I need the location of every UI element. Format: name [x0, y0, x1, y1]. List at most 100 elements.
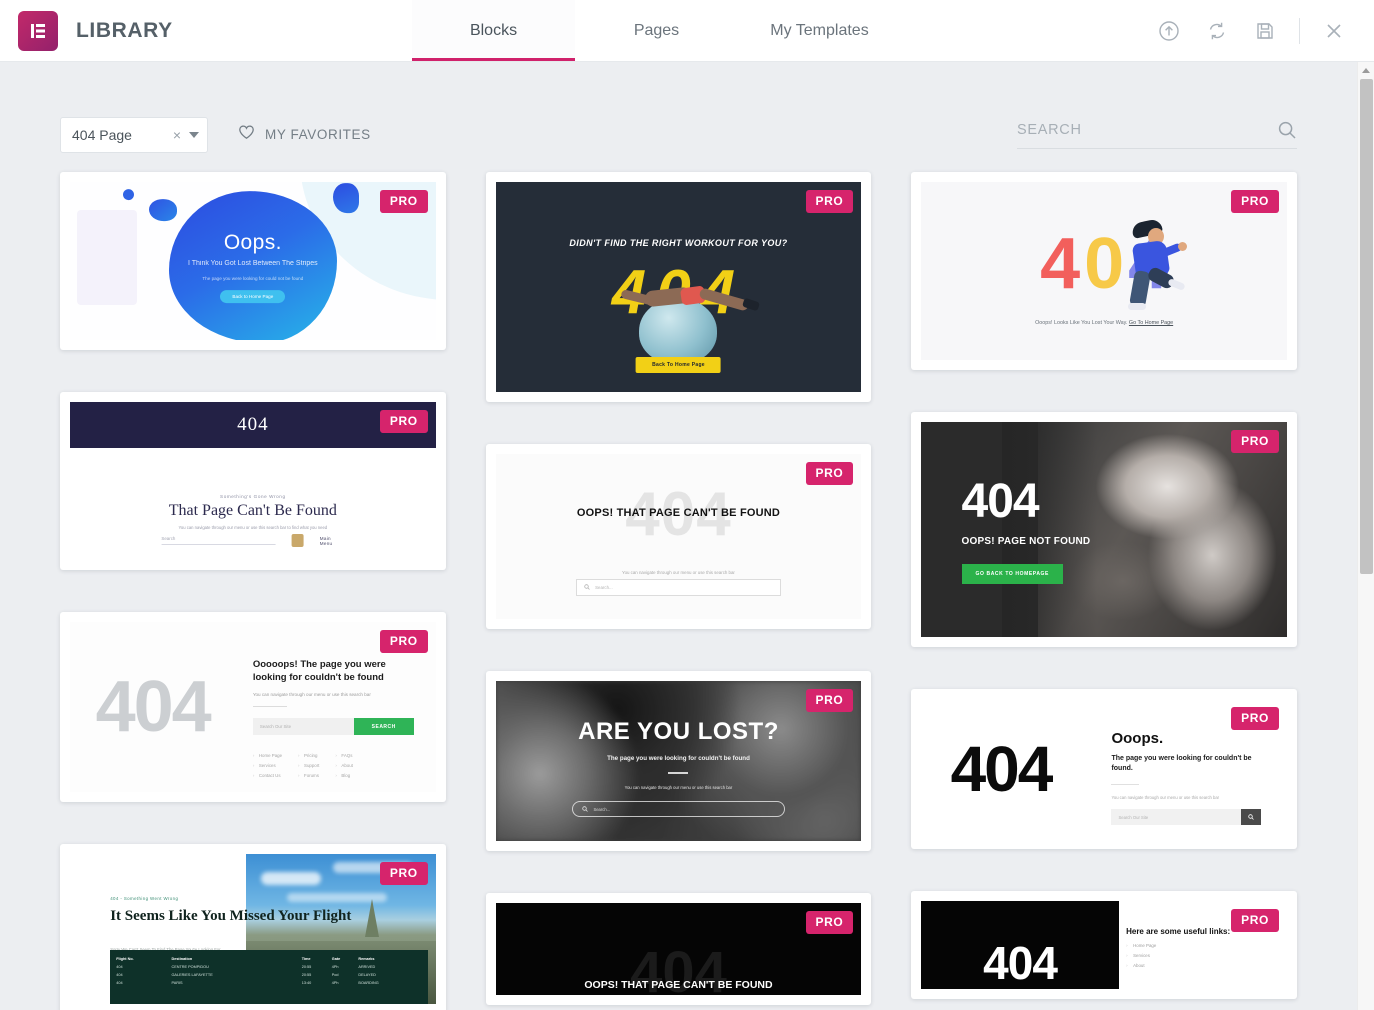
- thumb-button: GO BACK TO HOMEPAGE: [961, 563, 1063, 584]
- library-body: 404 Page × MY FAVORITES SEARCH PRO Oops.…: [0, 62, 1374, 1010]
- thumb-kicker: 404 - Something Went Wrong: [110, 896, 179, 901]
- thumb-title: It Seems Like You Missed Your Flight: [110, 907, 352, 924]
- tab-my-templates-label: My Templates: [770, 21, 869, 39]
- tab-my-templates[interactable]: My Templates: [738, 0, 901, 61]
- table-cell: Pod: [331, 973, 339, 977]
- athlete-figure: [603, 281, 760, 325]
- template-card[interactable]: PRO 404 OOPS! THAT PAGE CAN'T BE FOUND Y…: [485, 444, 872, 629]
- header-tools: [1147, 0, 1374, 61]
- pro-badge: PRO: [379, 630, 428, 653]
- decor-blob: [122, 189, 134, 201]
- chevron-up-icon: [1362, 68, 1370, 73]
- search-icon[interactable]: [1277, 120, 1297, 140]
- divider: [252, 706, 287, 708]
- column-header: Destination: [171, 957, 193, 961]
- thumb-search-placeholder: Search...: [593, 806, 611, 812]
- template-card[interactable]: PRO 404 - Something Went Wrong It Seems …: [60, 844, 446, 1010]
- thumb-body: The page you were looking for could not …: [202, 275, 304, 281]
- table-cell: 4Ph: [331, 981, 339, 985]
- runner-illustration: [1126, 218, 1188, 313]
- thumb-title: DIDN'T FIND THE RIGHT WORKOUT FOR YOU?: [569, 237, 788, 248]
- pro-badge: PRO: [805, 911, 854, 934]
- thumb-left-panel: 404: [921, 901, 1119, 989]
- column-header: Remarks: [358, 957, 375, 961]
- template-card[interactable]: PRO ARE YOU LOST? The page you were look…: [485, 671, 872, 851]
- sync-library-icon[interactable]: [1195, 9, 1239, 53]
- library-header: LIBRARY Blocks Pages My Templates: [0, 0, 1374, 62]
- template-card[interactable]: PRO Oops. I Think You Got Lost Between T…: [60, 172, 446, 350]
- thumb-caption-text: Ooops! Looks Like You Lost Your Way.: [1035, 320, 1128, 327]
- my-favorites-label: MY FAVORITES: [265, 127, 371, 142]
- category-filter-value: 404 Page: [72, 126, 132, 143]
- thumb-number: 404: [95, 667, 212, 747]
- thumb-content: Ooooops! The page you were looking for c…: [252, 659, 414, 783]
- pro-badge: PRO: [805, 190, 854, 213]
- thumb-title: That Page Can't Be Found: [168, 501, 337, 519]
- thumb-number: 4 0 4: [921, 228, 1287, 300]
- scroll-up-button[interactable]: [1358, 62, 1374, 79]
- thumb-link-column: Home Page Services Contact Us: [253, 753, 282, 783]
- column-header: Gate: [331, 957, 341, 961]
- thumb-search-input: Search: [161, 536, 276, 546]
- heart-icon: [238, 124, 255, 145]
- template-card[interactable]: PRO 404 OOPS! THAT PAGE CAN'T BE FOUND: [485, 893, 872, 1005]
- thumb-body: You can navigate through our menu or use…: [622, 569, 735, 575]
- vertical-scrollbar[interactable]: [1357, 62, 1374, 1010]
- template-card[interactable]: PRO 404 OOPS! PAGE NOT FOUND GO BACK TO …: [911, 412, 1297, 647]
- thumb-link-column: Pricing Support Forums: [298, 753, 319, 783]
- thumb-body: You can navigate through our menu or use…: [178, 524, 328, 530]
- scrollbar-track[interactable]: [1358, 79, 1374, 1010]
- my-favorites-button[interactable]: MY FAVORITES: [238, 124, 371, 145]
- pro-badge: PRO: [805, 689, 854, 712]
- template-card[interactable]: PRO DIDN'T FIND THE RIGHT WORKOUT FOR YO…: [485, 172, 872, 402]
- thumb-overlay: [1001, 422, 1097, 637]
- pro-badge: PRO: [379, 410, 428, 433]
- figure-part: [1128, 303, 1147, 311]
- table-cell: 404: [116, 965, 123, 969]
- list-item: FAQs: [335, 753, 352, 758]
- close-icon[interactable]: [1312, 9, 1356, 53]
- tab-blocks[interactable]: Blocks: [412, 0, 575, 61]
- import-template-icon[interactable]: [1147, 9, 1191, 53]
- template-card[interactable]: PRO 404 Here are some useful links: Home…: [911, 891, 1297, 999]
- template-grid: PRO Oops. I Think You Got Lost Between T…: [0, 172, 1357, 1010]
- table-cell: 13:40: [301, 981, 312, 985]
- template-card[interactable]: PRO 4 0 4: [911, 172, 1297, 370]
- thumb-subtitle: The page you were looking for couldn't b…: [607, 754, 750, 762]
- digit-4-red: 4: [1040, 224, 1081, 305]
- thumb-link-column: FAQs About Blog: [335, 753, 352, 783]
- thumb-title: Ooooops! The page you were looking for c…: [252, 659, 386, 684]
- table-row: 404 GALERIES LAFAYETTE 20:55 Pod DELAYED: [116, 971, 422, 979]
- blob-shape: Oops. I Think You Got Lost Between The S…: [122, 183, 359, 340]
- table-cell: PARIS: [171, 981, 183, 985]
- tab-blocks-label: Blocks: [469, 21, 518, 39]
- tab-pages[interactable]: Pages: [575, 0, 738, 61]
- table-cell: 404: [116, 973, 123, 977]
- template-card[interactable]: PRO 404 Ooops. The page you were looking…: [911, 689, 1297, 849]
- search-input[interactable]: [1017, 122, 1277, 138]
- thumb-search-input: Search Our Site: [252, 718, 354, 736]
- save-template-icon[interactable]: [1243, 9, 1287, 53]
- thumb-search-input: Search...: [572, 801, 785, 817]
- list-item: Services: [1126, 953, 1272, 958]
- thumb-search-input: Search...: [576, 578, 781, 596]
- decor-blob: [148, 199, 177, 222]
- thumb-search-input: Search Our Site: [1111, 809, 1242, 826]
- pro-badge: PRO: [379, 190, 428, 213]
- pro-badge: PRO: [1231, 909, 1279, 932]
- divider: [668, 772, 689, 775]
- list-item: Home Page: [1126, 943, 1272, 948]
- category-filter-select[interactable]: 404 Page ×: [60, 116, 208, 153]
- search-icon: [582, 806, 589, 812]
- clear-filter-icon[interactable]: ×: [167, 128, 187, 142]
- template-card[interactable]: PRO 404 Ooooops! The page you were looki…: [60, 612, 446, 802]
- thumb-title: ARE YOU LOST?: [578, 717, 779, 745]
- thumb-body: You can navigate through our menu or use…: [252, 692, 371, 698]
- template-card[interactable]: PRO 404 Something's Gone Wrong That Page…: [60, 392, 446, 570]
- table-cell: DELAYED: [358, 973, 376, 977]
- scrollbar-thumb[interactable]: [1360, 79, 1373, 574]
- thumb-flight-board: Flight No. Destination Time Gate Remarks…: [110, 950, 429, 1004]
- header-spacer: [901, 0, 1147, 61]
- table-cell: CENTRE POMPIDOU: [171, 965, 209, 969]
- library-toolbar: 404 Page × MY FAVORITES: [0, 62, 1357, 172]
